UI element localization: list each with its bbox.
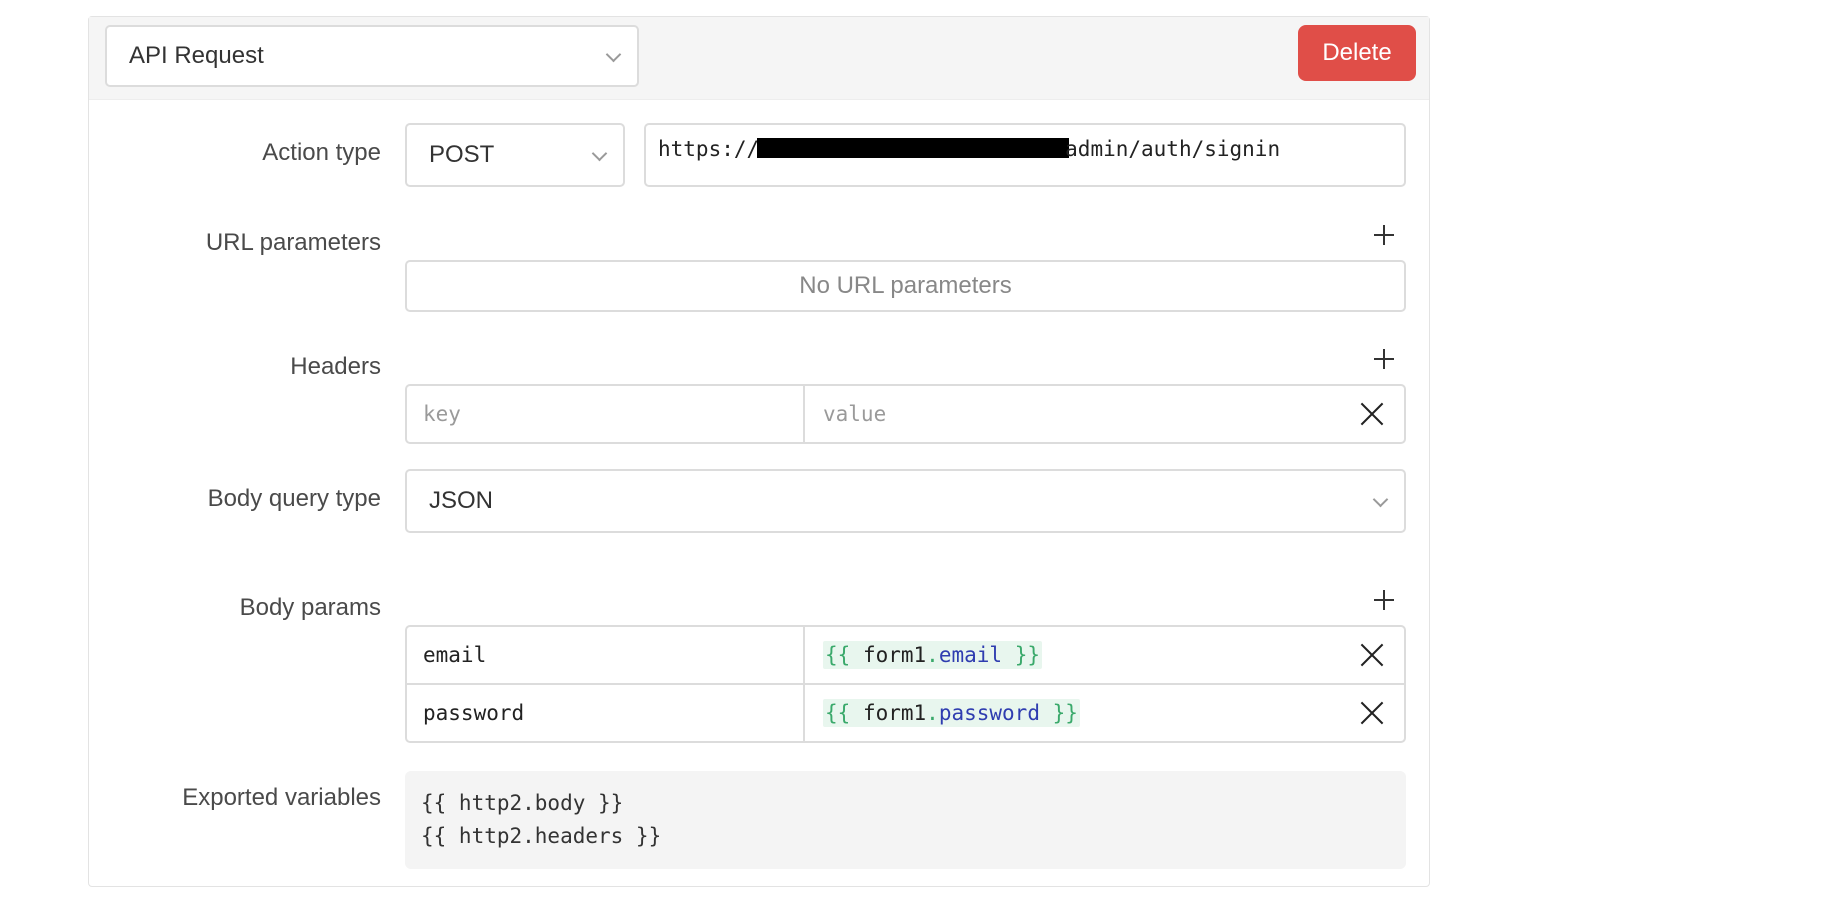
exported-variable: {{ http2.body }} <box>421 791 624 815</box>
body-param-row: password {{ form1.password }} <box>407 685 1404 741</box>
body-params-table: email {{ form1.email }} password {{ form… <box>405 625 1406 743</box>
template-property: password <box>938 701 1040 725</box>
template-open: {{ <box>825 643 851 667</box>
url-suffix: admin/auth/signin <box>1065 137 1281 161</box>
url-input[interactable]: https:// admin/auth/signin <box>644 123 1406 187</box>
headers-table: key value <box>405 384 1406 444</box>
template-expression: {{ form1.password }} <box>823 699 1080 727</box>
method-value: POST <box>429 141 495 168</box>
action-name-value: API Request <box>129 42 264 69</box>
headers-label: Headers <box>290 353 381 380</box>
chevron-down-icon <box>1372 491 1389 508</box>
add-body-param-plus-icon[interactable] <box>1374 590 1394 610</box>
panel-header: API Request Delete <box>89 17 1429 100</box>
exported-variable: {{ http2.headers }} <box>421 824 662 848</box>
remove-body-param-close-icon[interactable] <box>1360 643 1384 667</box>
template-expression: {{ form1.email }} <box>823 641 1042 669</box>
template-object: form1 <box>862 643 927 667</box>
body-param-value[interactable]: {{ form1.email }} <box>807 627 1344 683</box>
url-parameters-empty: No URL parameters <box>405 260 1406 312</box>
template-close: }} <box>1014 643 1040 667</box>
url-prefix: https:// <box>658 137 760 161</box>
body-query-type-label: Body query type <box>207 485 381 512</box>
header-value-input[interactable]: value <box>807 386 1344 442</box>
template-open: {{ <box>825 701 851 725</box>
header-row: key value <box>407 386 1404 442</box>
body-query-type-value: JSON <box>429 487 494 514</box>
body-param-value[interactable]: {{ form1.password }} <box>807 685 1344 741</box>
template-object: form1 <box>862 701 927 725</box>
template-close: }} <box>1052 701 1078 725</box>
chevron-down-icon <box>591 145 608 162</box>
api-request-panel: API Request Delete Action type POST http… <box>88 16 1430 887</box>
remove-header-close-icon[interactable] <box>1360 402 1384 426</box>
url-parameters-label: URL parameters <box>205 229 381 256</box>
exported-variables-label: Exported variables <box>182 784 381 811</box>
delete-button[interactable]: Delete <box>1298 25 1416 81</box>
template-dot: . <box>926 643 939 667</box>
body-params-label: Body params <box>239 594 381 621</box>
chevron-down-icon <box>605 46 622 63</box>
body-param-row: email {{ form1.email }} <box>407 627 1404 685</box>
body-param-key[interactable]: password <box>407 685 805 741</box>
body-query-type-select[interactable]: JSON <box>405 469 1406 533</box>
header-key-input[interactable]: key <box>407 386 805 442</box>
redacted-host <box>757 138 1070 158</box>
add-header-plus-icon[interactable] <box>1374 349 1394 369</box>
remove-body-param-close-icon[interactable] <box>1360 701 1384 725</box>
add-url-parameter-plus-icon[interactable] <box>1374 225 1394 245</box>
template-dot: . <box>926 701 939 725</box>
action-type-label: Action type <box>262 139 381 166</box>
body-param-key[interactable]: email <box>407 627 805 683</box>
template-property: email <box>938 643 1003 667</box>
exported-variables-box: {{ http2.body }} {{ http2.headers }} <box>405 771 1406 869</box>
method-select[interactable]: POST <box>405 123 625 187</box>
action-name-select[interactable]: API Request <box>105 25 639 87</box>
